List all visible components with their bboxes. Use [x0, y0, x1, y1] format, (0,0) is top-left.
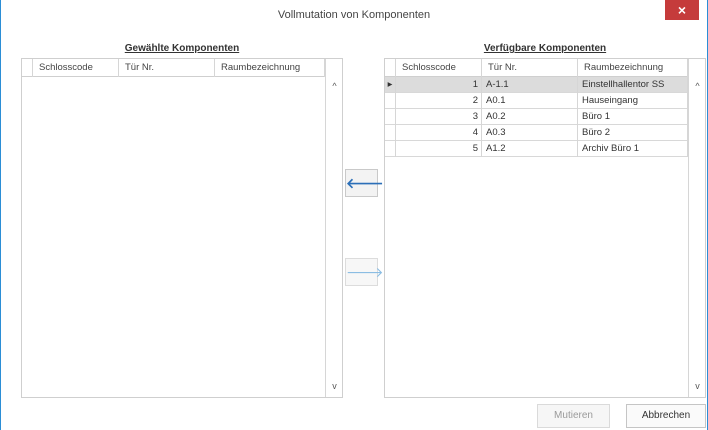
row-indicator-icon — [385, 125, 396, 141]
cell-schlosscode[interactable]: 3 — [396, 109, 482, 125]
cell-raumbezeichnung[interactable]: Einstellhallentor SS — [578, 77, 688, 93]
window-title: Vollmutation von Komponenten — [277, 9, 431, 21]
table-row[interactable]: 2 A0.1 Hauseingang — [385, 93, 705, 109]
vertical-scrollbar[interactable]: ^ v — [325, 59, 342, 397]
grid-header: Schlosscode Tür Nr. Raumbezeichnung — [385, 59, 705, 77]
column-header-schlosscode[interactable]: Schlosscode — [33, 59, 119, 77]
selected-components-title: Gewählte Komponenten — [124, 43, 240, 54]
cell-tuer-nr[interactable]: A0.1 — [482, 93, 578, 109]
scroll-down-icon[interactable]: v — [326, 379, 343, 393]
available-components-title: Verfügbare Komponenten — [483, 43, 607, 54]
cell-raumbezeichnung[interactable]: Archiv Büro 1 — [578, 141, 688, 157]
cell-tuer-nr[interactable]: A0.3 — [482, 125, 578, 141]
cell-schlosscode[interactable]: 5 — [396, 141, 482, 157]
scroll-down-icon[interactable]: v — [689, 379, 706, 393]
table-row[interactable]: 4 A0.3 Büro 2 — [385, 125, 705, 141]
cell-tuer-nr[interactable]: A1.2 — [482, 141, 578, 157]
close-button[interactable]: × — [665, 0, 699, 20]
cell-raumbezeichnung[interactable]: Büro 2 — [578, 125, 688, 141]
move-to-selected-button[interactable]: 🡐 — [345, 169, 384, 197]
cell-raumbezeichnung[interactable]: Büro 1 — [578, 109, 688, 125]
row-indicator-header — [22, 59, 33, 77]
row-indicator-icon: ▸ — [385, 77, 396, 93]
table-row[interactable]: 5 A1.2 Archiv Büro 1 — [385, 141, 705, 157]
column-header-raumbezeichnung[interactable]: Raumbezeichnung — [578, 59, 688, 77]
row-indicator-header — [385, 59, 396, 77]
scroll-up-icon[interactable]: ^ — [326, 79, 343, 93]
vertical-scrollbar[interactable]: ^ v — [688, 59, 705, 397]
arrow-left-icon: 🡐 — [346, 175, 384, 191]
column-header-schlosscode[interactable]: Schlosscode — [396, 59, 482, 77]
row-indicator-icon — [385, 93, 396, 109]
cell-tuer-nr[interactable]: A0.2 — [482, 109, 578, 125]
column-header-tuer-nr[interactable]: Tür Nr. — [119, 59, 215, 77]
cell-schlosscode[interactable]: 4 — [396, 125, 482, 141]
title-bar: Vollmutation von Komponenten × — [1, 0, 707, 30]
cell-tuer-nr[interactable]: A-1.1 — [482, 77, 578, 93]
dialog-window: Vollmutation von Komponenten × Gewählte … — [0, 0, 708, 430]
column-header-raumbezeichnung[interactable]: Raumbezeichnung — [215, 59, 325, 77]
available-components-grid[interactable]: Schlosscode Tür Nr. Raumbezeichnung ▸ 1 … — [384, 58, 706, 398]
selected-components-grid[interactable]: Schlosscode Tür Nr. Raumbezeichnung ^ v — [21, 58, 343, 398]
arrow-right-icon: 🡒 — [346, 264, 384, 280]
row-indicator-icon — [385, 141, 396, 157]
scroll-up-icon[interactable]: ^ — [689, 79, 706, 93]
abbrechen-button[interactable]: Abbrechen — [626, 404, 706, 428]
cell-raumbezeichnung[interactable]: Hauseingang — [578, 93, 688, 109]
grid-header: Schlosscode Tür Nr. Raumbezeichnung — [22, 59, 342, 77]
table-row[interactable]: ▸ 1 A-1.1 Einstellhallentor SS — [385, 77, 705, 93]
move-to-available-button[interactable]: 🡒 — [345, 258, 384, 286]
column-header-tuer-nr[interactable]: Tür Nr. — [482, 59, 578, 77]
table-row[interactable]: 3 A0.2 Büro 1 — [385, 109, 705, 125]
cell-schlosscode[interactable]: 1 — [396, 77, 482, 93]
row-indicator-icon — [385, 109, 396, 125]
cell-schlosscode[interactable]: 2 — [396, 93, 482, 109]
mutieren-button[interactable]: Mutieren — [537, 404, 610, 428]
